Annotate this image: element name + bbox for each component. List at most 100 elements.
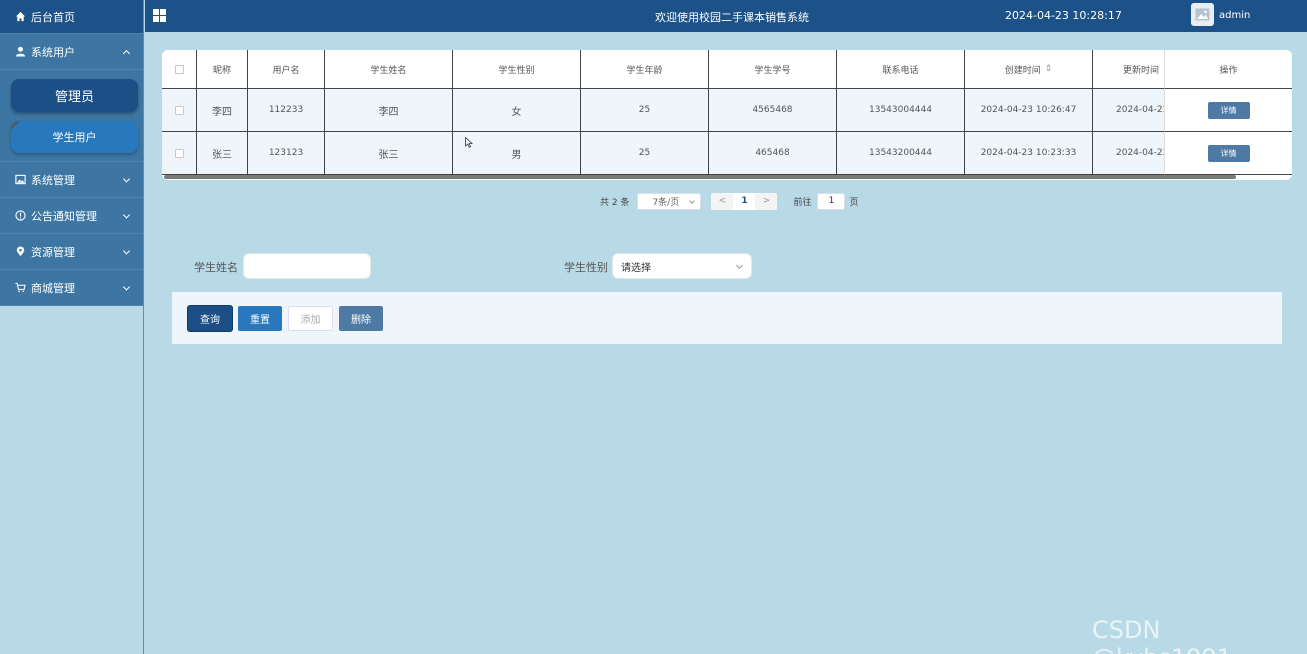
sidebar: 后台首页 系统用户 管理员 学生用户 系统管理 公告通知管理 资源管理 商城管理 bbox=[0, 0, 144, 654]
add-button[interactable]: 添加 bbox=[288, 306, 333, 331]
sidebar-item-label: 商城管理 bbox=[31, 281, 75, 295]
sidebar-item-label: 后台首页 bbox=[31, 10, 75, 24]
row-checkbox-cell bbox=[162, 132, 197, 175]
chevron-down-icon bbox=[122, 210, 131, 219]
chevron-up-icon bbox=[122, 49, 131, 57]
shopping-cart-icon bbox=[14, 282, 26, 294]
top-header: 欢迎使用校园二手课本销售系统 2024-04-23 10:28:17 admin bbox=[145, 0, 1307, 32]
next-page-button[interactable]: > bbox=[755, 192, 778, 210]
sidebar-item-label: 公告通知管理 bbox=[31, 209, 97, 223]
pagination-total: 共 2 条 bbox=[600, 197, 630, 208]
chevron-down-icon bbox=[735, 261, 744, 270]
menu-grid-icon[interactable] bbox=[153, 9, 166, 22]
cell-updated-time: 2024-04-23 bbox=[1093, 89, 1165, 132]
row-checkbox[interactable] bbox=[174, 148, 184, 158]
pagination: 共 2 条 7条/页 < 1 > 前往 1 页 bbox=[600, 192, 858, 210]
table-header: 昵称 用户名 学生姓名 学生性别 学生年龄 学生学号 联系电话 创建时间 ⇕ 更新… bbox=[162, 50, 1292, 89]
column-header-username: 用户名 bbox=[248, 50, 325, 89]
action-panel: 查询 重置 添加 删除 bbox=[172, 292, 1282, 344]
sidebar-item-system-users[interactable]: 系统用户 bbox=[0, 34, 143, 70]
column-header-student-name: 学生姓名 bbox=[325, 50, 453, 89]
detail-button[interactable]: 详情 bbox=[1207, 101, 1250, 119]
column-header-student-gender: 学生性别 bbox=[453, 50, 581, 89]
column-header-nickname: 昵称 bbox=[197, 50, 248, 89]
sidebar-item-notice-management[interactable]: 公告通知管理 bbox=[0, 198, 143, 234]
cell-actions: 详情 bbox=[1164, 89, 1292, 132]
prev-page-button[interactable]: < bbox=[711, 192, 734, 210]
student-gender-label: 学生性别 bbox=[564, 261, 608, 274]
cell-username: 112233 bbox=[248, 89, 325, 132]
cell-nickname: 李四 bbox=[197, 89, 248, 132]
home-icon bbox=[14, 11, 26, 23]
data-table: 昵称 用户名 学生姓名 学生性别 学生年龄 学生学号 联系电话 创建时间 ⇕ 更新… bbox=[162, 50, 1292, 180]
column-header-updated-time: 更新时间 bbox=[1093, 50, 1165, 89]
student-name-input[interactable] bbox=[243, 253, 371, 279]
sidebar-item-home[interactable]: 后台首页 bbox=[0, 0, 143, 34]
page-size-value: 7条/页 bbox=[652, 197, 680, 208]
sort-icon[interactable]: ⇕ bbox=[1045, 64, 1053, 74]
detail-button[interactable]: 详情 bbox=[1207, 144, 1250, 162]
column-header-actions: 操作 bbox=[1164, 50, 1292, 89]
student-gender-select[interactable]: 请选择 bbox=[612, 253, 752, 279]
cell-username: 123123 bbox=[248, 132, 325, 175]
cell-student-name: 张三 bbox=[325, 132, 453, 175]
horizontal-scrollbar[interactable] bbox=[164, 175, 1236, 179]
info-circle-icon bbox=[14, 210, 26, 222]
student-name-label: 学生姓名 bbox=[194, 261, 238, 274]
sidebar-item-shop-management[interactable]: 商城管理 bbox=[0, 270, 143, 306]
goto-page-input[interactable]: 1 bbox=[817, 192, 846, 210]
user-name[interactable]: admin bbox=[1219, 10, 1250, 21]
page-size-select[interactable]: 7条/页 bbox=[637, 192, 702, 210]
app-frame: 后台首页 系统用户 管理员 学生用户 系统管理 公告通知管理 资源管理 商城管理… bbox=[0, 0, 1307, 654]
select-all-cell bbox=[162, 50, 197, 89]
reset-button[interactable]: 重置 bbox=[238, 306, 282, 331]
sidebar-item-resource-management[interactable]: 资源管理 bbox=[0, 234, 143, 270]
chevron-down-icon bbox=[689, 197, 696, 204]
cell-student-age: 25 bbox=[581, 89, 709, 132]
image-icon bbox=[14, 174, 26, 186]
chevron-down-icon bbox=[122, 174, 131, 183]
column-header-student-number: 学生学号 bbox=[709, 50, 837, 89]
page-number-button[interactable]: 1 bbox=[733, 192, 756, 210]
watermark: CSDN @kybs1991 bbox=[1092, 616, 1232, 654]
table-row[interactable]: 李四 112233 李四 女 25 4565468 13543004444 20… bbox=[162, 89, 1292, 132]
submenu-system-users: 管理员 学生用户 bbox=[0, 70, 143, 162]
mouse-cursor-icon bbox=[465, 137, 473, 148]
goto-label: 前往 bbox=[793, 197, 812, 208]
column-header-student-age: 学生年龄 bbox=[581, 50, 709, 89]
cell-phone: 13543004444 bbox=[837, 89, 965, 132]
query-button[interactable]: 查询 bbox=[188, 306, 232, 331]
column-header-label: 创建时间 bbox=[1004, 65, 1041, 76]
cell-actions: 详情 bbox=[1164, 132, 1292, 175]
column-header-created-time[interactable]: 创建时间 ⇕ bbox=[965, 50, 1093, 89]
goto-suffix: 页 bbox=[849, 197, 859, 208]
student-gender-value: 请选择 bbox=[621, 262, 651, 274]
cell-phone: 13543200444 bbox=[837, 132, 965, 175]
chevron-down-icon bbox=[122, 246, 131, 255]
cell-student-gender: 女 bbox=[453, 89, 581, 132]
cell-student-age: 25 bbox=[581, 132, 709, 175]
row-checkbox-cell bbox=[162, 89, 197, 132]
submenu-item-admin[interactable]: 管理员 bbox=[11, 79, 138, 112]
delete-button[interactable]: 删除 bbox=[339, 306, 383, 331]
sidebar-item-label: 资源管理 bbox=[31, 245, 75, 259]
column-header-phone: 联系电话 bbox=[837, 50, 965, 89]
row-checkbox[interactable] bbox=[174, 105, 184, 115]
submenu-item-student-user[interactable]: 学生用户 bbox=[11, 121, 138, 153]
select-all-checkbox[interactable] bbox=[174, 64, 184, 74]
cell-updated-time: 2024-04-23 bbox=[1093, 132, 1165, 175]
cell-student-name: 李四 bbox=[325, 89, 453, 132]
chevron-down-icon bbox=[122, 282, 131, 291]
table-row[interactable]: 张三 123123 张三 男 25 465468 13543200444 202… bbox=[162, 132, 1292, 175]
sidebar-item-system-management[interactable]: 系统管理 bbox=[0, 162, 143, 198]
cell-student-number: 4565468 bbox=[709, 89, 837, 132]
cell-created-time: 2024-04-23 10:26:47 bbox=[965, 89, 1093, 132]
cell-created-time: 2024-04-23 10:23:33 bbox=[965, 132, 1093, 175]
user-icon bbox=[14, 46, 26, 58]
system-title: 欢迎使用校园二手课本销售系统 bbox=[655, 11, 809, 24]
avatar-image-icon bbox=[1195, 8, 1210, 21]
current-datetime: 2024-04-23 10:28:17 bbox=[1005, 9, 1122, 22]
sidebar-item-label: 系统用户 bbox=[31, 45, 75, 59]
cell-student-number: 465468 bbox=[709, 132, 837, 175]
avatar[interactable] bbox=[1191, 3, 1214, 26]
